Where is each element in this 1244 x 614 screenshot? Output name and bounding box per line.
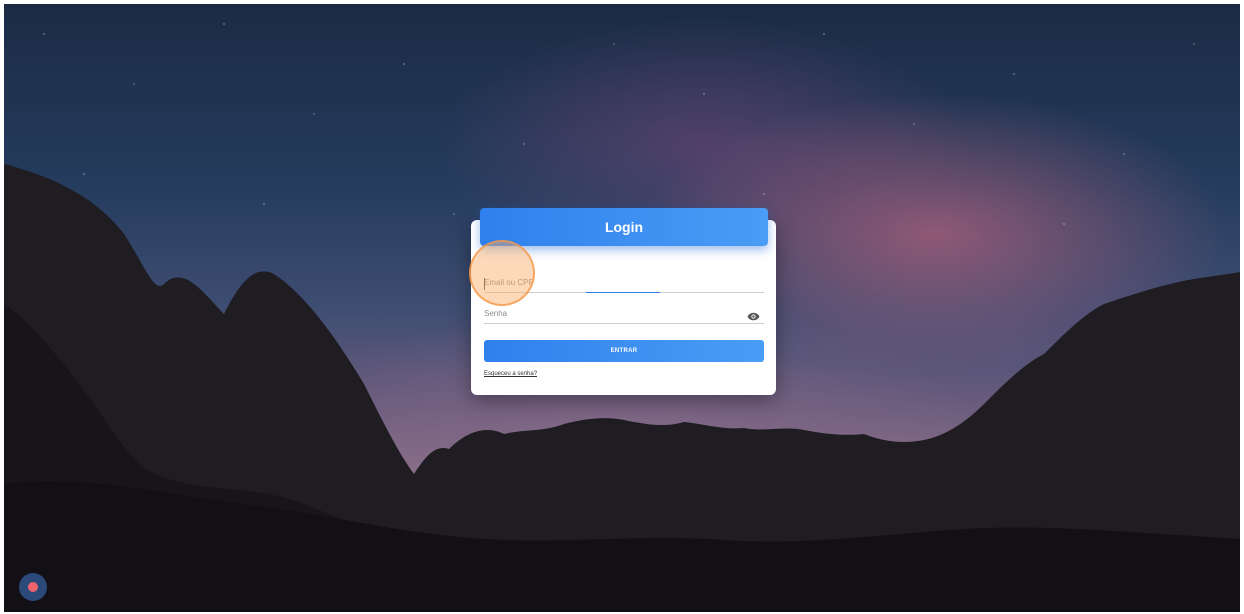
password-field[interactable] [484,301,764,324]
email-input[interactable] [484,274,734,290]
email-field[interactable] [484,270,764,293]
text-cursor [484,278,485,290]
password-input[interactable] [484,305,734,321]
record-icon [28,582,38,592]
eye-icon[interactable] [746,310,760,322]
forgot-password-link[interactable]: Esqueceu a senha? [484,371,537,377]
record-button[interactable] [19,573,47,601]
login-title: Login [604,219,644,235]
email-focus-underline [586,292,660,293]
login-card-header: Login [480,208,768,246]
submit-button[interactable]: ENTRAR [484,340,764,362]
eye-icon-glyph [747,312,759,320]
